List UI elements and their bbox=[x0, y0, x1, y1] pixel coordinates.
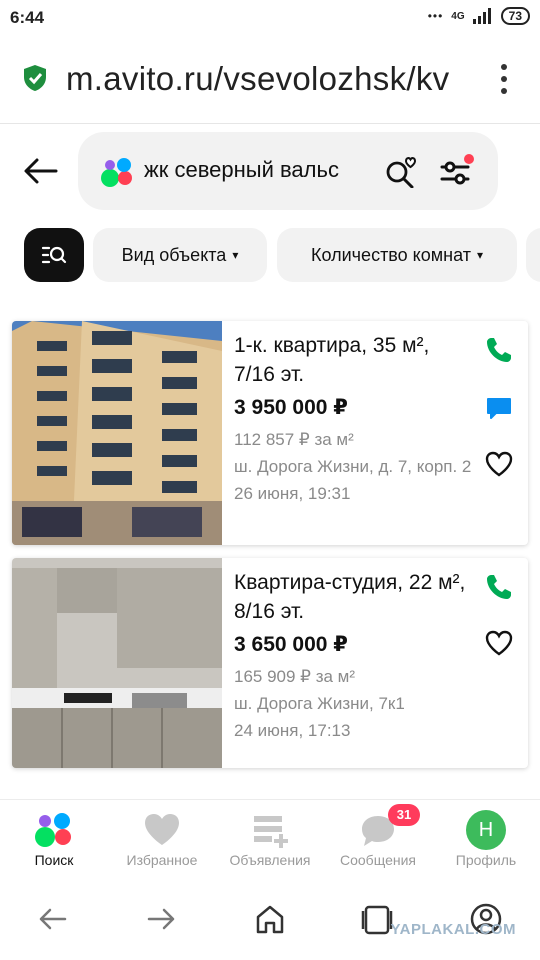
listing-photo[interactable] bbox=[12, 558, 222, 768]
nav-label: Поиск bbox=[34, 852, 74, 868]
filter-chip-label: Вид объекта bbox=[121, 244, 227, 265]
browser-url-bar: m.avito.ru/vsevolozhsk/kv bbox=[0, 34, 540, 124]
nav-favorites[interactable]: Избранное bbox=[108, 800, 216, 878]
nav-profile[interactable]: Н Профиль bbox=[432, 800, 540, 878]
listing-date: 26 июня, 19:31 bbox=[234, 484, 351, 503]
listing-actions bbox=[484, 572, 514, 658]
listing-date: 24 июня, 17:13 bbox=[234, 721, 351, 740]
phone-icon[interactable] bbox=[484, 335, 514, 365]
nav-listings[interactable]: Объявления bbox=[216, 800, 324, 878]
phone-icon[interactable] bbox=[484, 572, 514, 602]
avatar: Н bbox=[466, 810, 506, 850]
listing-price-per-sqm: 165 909 ₽ за м² bbox=[234, 667, 356, 686]
avito-logo-icon bbox=[35, 813, 71, 847]
filter-chip-more[interactable] bbox=[526, 228, 540, 282]
list-map-toggle-button[interactable] bbox=[24, 228, 84, 282]
page-content: жк северный вальс Вид объекта ▾ Количест bbox=[0, 124, 540, 799]
status-icons: ••• 4G 73 bbox=[428, 7, 530, 25]
favorite-heart-icon[interactable] bbox=[484, 628, 514, 658]
search-bar[interactable]: жк северный вальс bbox=[78, 132, 498, 210]
heart-icon bbox=[145, 814, 179, 845]
listing-title[interactable]: 1-к. квартира, 35 м², 7/16 эт. bbox=[234, 331, 474, 389]
nav-label: Профиль bbox=[455, 852, 517, 868]
signal-icon bbox=[472, 8, 491, 24]
list-search-icon bbox=[41, 246, 67, 264]
watermark-text: YAPLAKAL.COM bbox=[390, 921, 516, 938]
listing-info: 1-к. квартира, 35 м², 7/16 эт. 3 950 000… bbox=[234, 331, 474, 507]
filter-chip-object-type[interactable]: Вид объекта ▾ bbox=[93, 228, 267, 282]
status-bar: 6:44 ••• 4G 73 bbox=[0, 0, 540, 34]
listing-address: ш. Дорога Жизни, 7к1 bbox=[234, 694, 405, 713]
back-arrow-icon[interactable] bbox=[22, 156, 58, 186]
listing-card[interactable]: 1-к. квартира, 35 м², 7/16 эт. 3 950 000… bbox=[12, 321, 528, 545]
notification-dots-icon: ••• bbox=[427, 9, 444, 23]
browser-nav-bar: YAPLAKAL.COM bbox=[0, 877, 540, 960]
status-time: 6:44 bbox=[10, 8, 45, 27]
network-type: 4G bbox=[451, 10, 465, 22]
nav-label: Сообщения bbox=[340, 852, 416, 868]
listing-price: 3 650 000 ₽ bbox=[234, 633, 348, 656]
bottom-nav: Поиск Избранное Объявления 31 Сообщения … bbox=[0, 799, 540, 877]
battery-level: 73 bbox=[500, 7, 530, 25]
nav-label: Избранное bbox=[126, 852, 198, 868]
back-icon[interactable] bbox=[33, 899, 73, 939]
listing-photo[interactable] bbox=[12, 321, 222, 545]
save-search-icon[interactable] bbox=[384, 152, 416, 188]
listing-title[interactable]: Квартира-студия, 22 м², 8/16 эт. bbox=[234, 568, 474, 626]
secure-shield-icon bbox=[24, 65, 46, 91]
listing-card[interactable]: Квартира-студия, 22 м², 8/16 эт. 3 650 0… bbox=[12, 558, 528, 768]
search-query[interactable]: жк северный вальс bbox=[144, 157, 339, 183]
nav-messages[interactable]: 31 Сообщения bbox=[324, 800, 432, 878]
filter-chip-label: Количество комнат bbox=[311, 244, 471, 265]
add-listing-icon bbox=[254, 816, 288, 848]
listing-info: Квартира-студия, 22 м², 8/16 эт. 3 650 0… bbox=[234, 568, 474, 744]
avito-logo-icon bbox=[101, 158, 132, 187]
listing-actions bbox=[484, 335, 514, 479]
listing-address: ш. Дорога Жизни, д. 7, корп. 2 bbox=[234, 457, 472, 476]
chevron-down-icon: ▾ bbox=[232, 248, 239, 262]
browser-menu-icon[interactable] bbox=[496, 64, 512, 94]
nav-label: Объявления bbox=[229, 852, 311, 868]
home-icon[interactable] bbox=[250, 899, 290, 939]
forward-icon[interactable] bbox=[141, 899, 181, 939]
favorite-heart-icon[interactable] bbox=[484, 449, 514, 479]
filter-chip-rooms[interactable]: Количество комнат ▾ bbox=[277, 228, 517, 282]
listing-price-per-sqm: 112 857 ₽ за м² bbox=[234, 430, 354, 449]
chevron-down-icon: ▾ bbox=[476, 248, 483, 262]
chat-icon[interactable] bbox=[484, 393, 514, 423]
filter-chips: Вид объекта ▾ Количество комнат ▾ bbox=[0, 228, 540, 284]
url-text[interactable]: m.avito.ru/vsevolozhsk/kv bbox=[66, 60, 476, 98]
messages-badge: 31 bbox=[388, 804, 420, 826]
filters-icon[interactable] bbox=[438, 154, 476, 190]
listing-price: 3 950 000 ₽ bbox=[234, 396, 348, 419]
nav-search[interactable]: Поиск bbox=[0, 800, 108, 878]
